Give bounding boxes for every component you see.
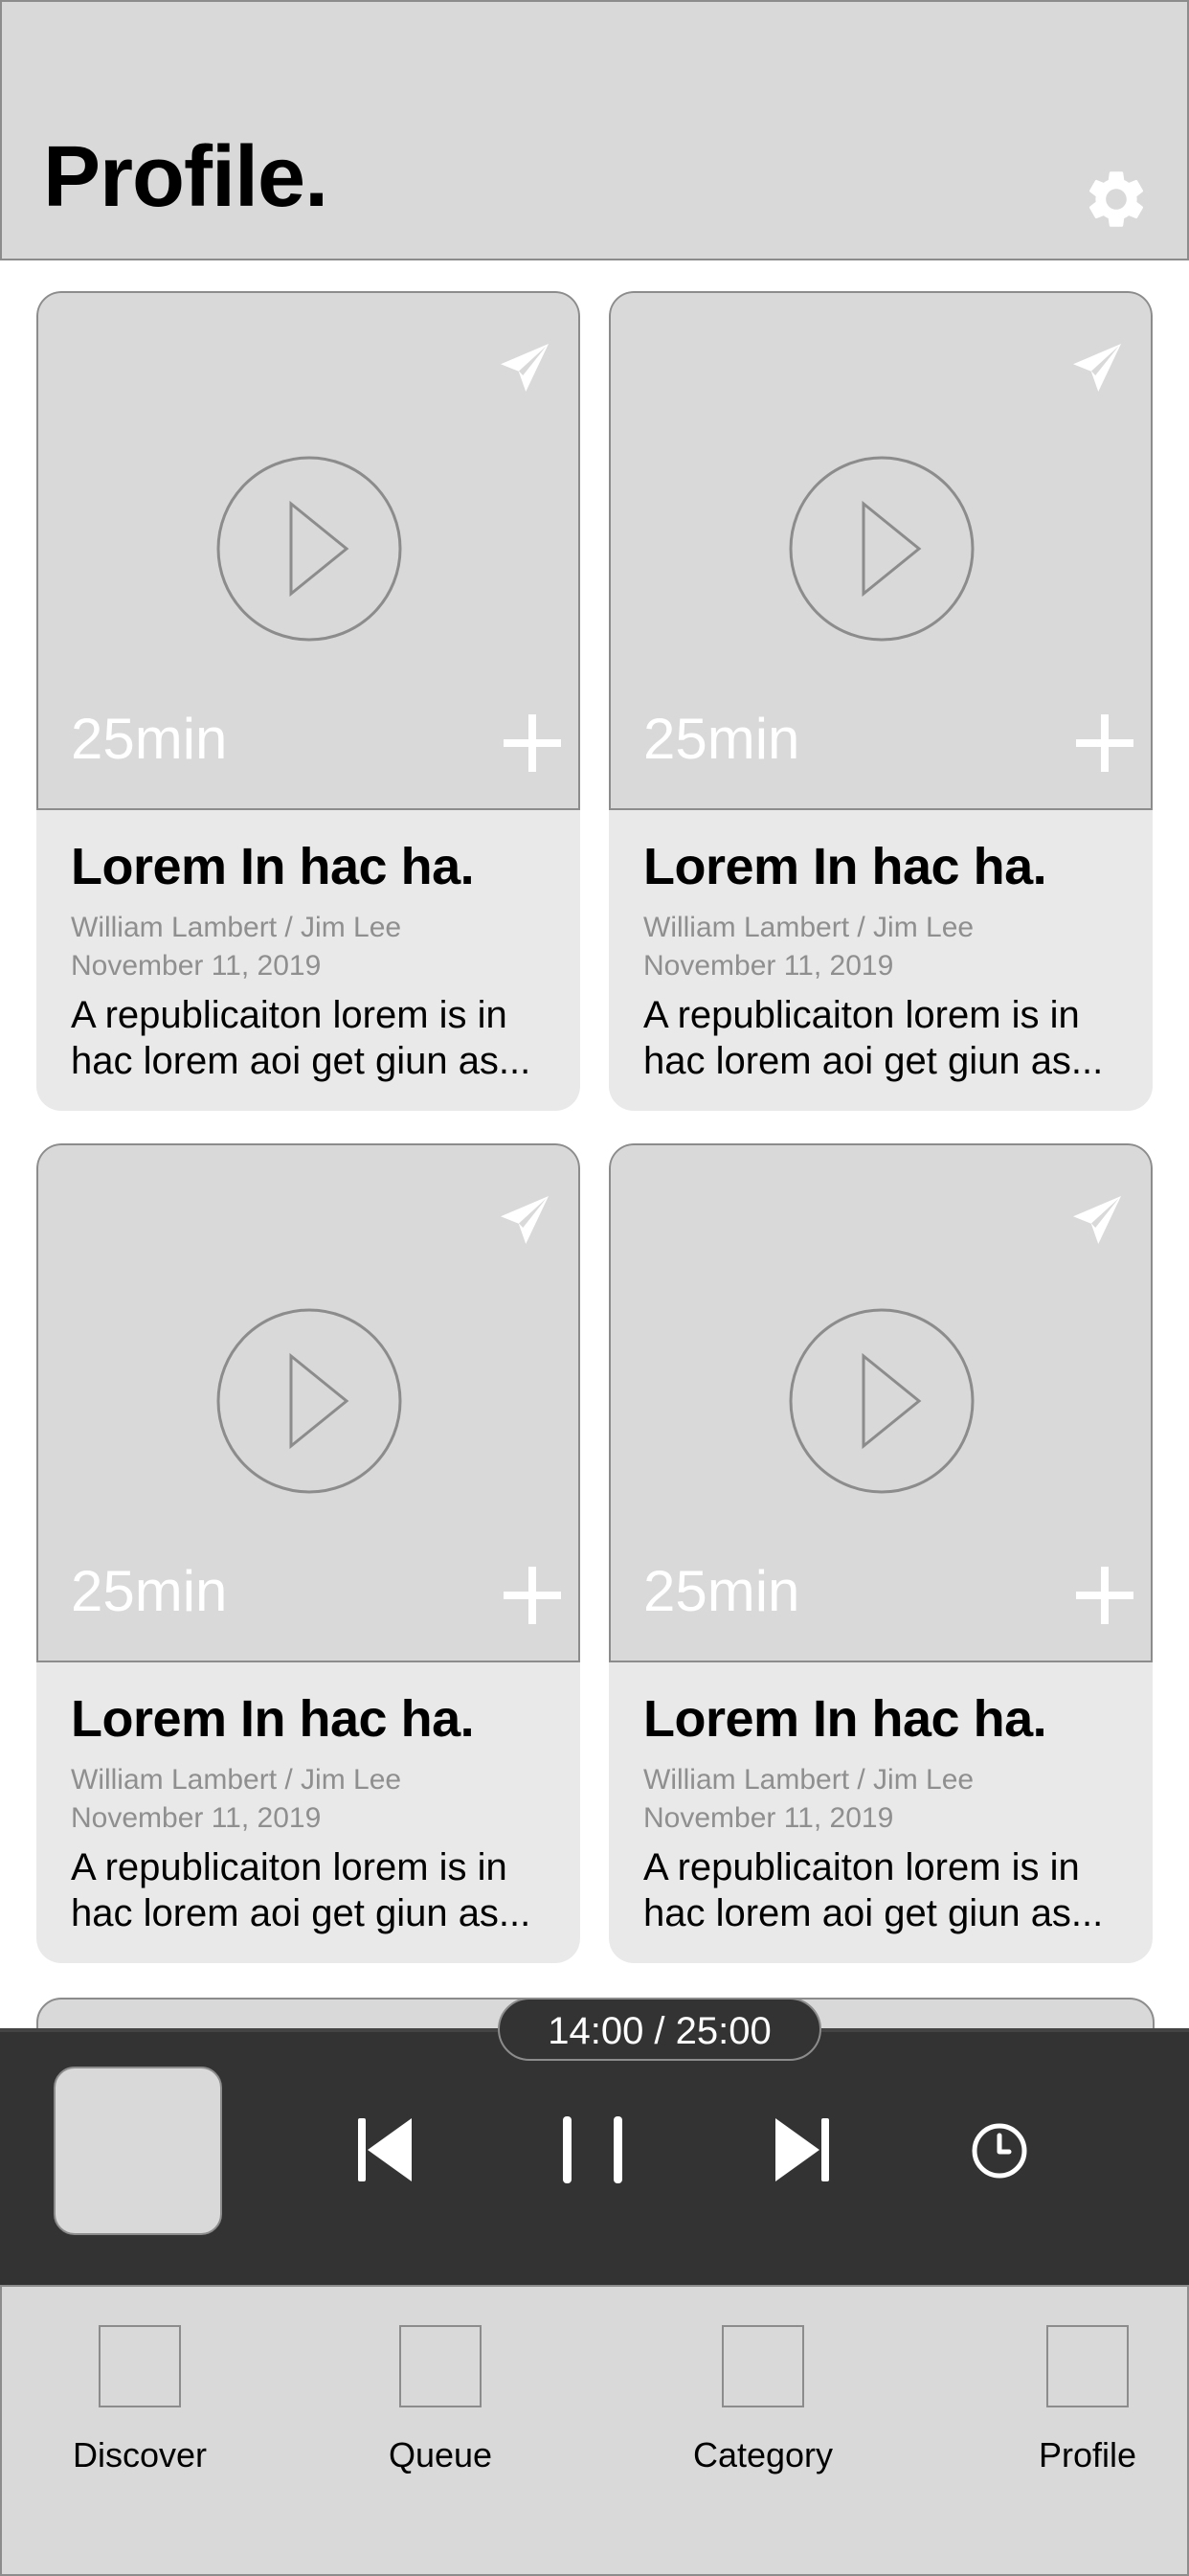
episode-authors: William Lambert / Jim Lee — [71, 912, 402, 943]
add-icon[interactable] — [1074, 712, 1135, 774]
nav-item-queue[interactable]: Queue — [364, 2325, 517, 2473]
nav-label: Discover — [72, 2435, 208, 2474]
play-icon[interactable] — [789, 456, 975, 642]
episode-duration: 25min — [643, 707, 800, 771]
header: Profile. — [0, 0, 1189, 260]
now-playing-artwork[interactable] — [54, 2067, 222, 2235]
queue-icon — [399, 2325, 482, 2407]
episode-thumbnail[interactable]: 25min — [36, 291, 580, 810]
episode-authors: William Lambert / Jim Lee — [643, 912, 975, 943]
page-title: Profile. — [43, 129, 328, 225]
episode-description: A republicaiton lorem is in hac lorem ao… — [643, 1844, 1132, 1936]
episode-card[interactable]: 25min Lorem In hac ha. William Lambert /… — [36, 1143, 580, 1963]
episode-thumbnail[interactable]: 25min — [609, 1143, 1153, 1662]
pause-icon[interactable] — [561, 2114, 624, 2185]
episode-card[interactable]: 25min Lorem In hac ha. William Lambert /… — [36, 291, 580, 1111]
description-line: hac lorem aoi get giun as... — [643, 1040, 1104, 1082]
add-icon[interactable] — [1074, 1565, 1135, 1626]
description-line: A republicaiton lorem is in — [71, 1846, 507, 1888]
category-icon — [722, 2325, 804, 2407]
episode-authors: William Lambert / Jim Lee — [71, 1764, 402, 1796]
episode-date: November 11, 2019 — [643, 1802, 894, 1834]
description-line: hac lorem aoi get giun as... — [71, 1892, 531, 1934]
play-icon[interactable] — [216, 456, 402, 642]
episode-date: November 11, 2019 — [643, 950, 894, 982]
episode-thumbnail[interactable]: 25min — [36, 1143, 580, 1662]
episode-duration: 25min — [71, 707, 228, 771]
profile-icon — [1046, 2325, 1129, 2407]
episode-date: November 11, 2019 — [71, 950, 322, 982]
send-icon[interactable] — [496, 339, 553, 396]
add-icon[interactable] — [502, 712, 563, 774]
description-line: hac lorem aoi get giun as... — [643, 1892, 1104, 1934]
description-line: A republicaiton lorem is in — [643, 1846, 1080, 1888]
play-icon[interactable] — [216, 1308, 402, 1494]
episode-thumbnail[interactable]: 25min — [609, 291, 1153, 810]
add-icon[interactable] — [502, 1565, 563, 1626]
episode-description: A republicaiton lorem is in hac lorem ao… — [71, 992, 559, 1084]
description-line: A republicaiton lorem is in — [643, 994, 1080, 1036]
description-line: A republicaiton lorem is in — [71, 994, 507, 1036]
description-line: hac lorem aoi get giun as... — [71, 1040, 531, 1082]
episode-title: Lorem In hac ha. — [71, 1690, 475, 1748]
send-icon[interactable] — [496, 1191, 553, 1249]
episode-title: Lorem In hac ha. — [643, 1690, 1047, 1748]
nav-item-profile[interactable]: Profile — [1011, 2325, 1164, 2473]
episode-description: A republicaiton lorem is in hac lorem ao… — [71, 1844, 559, 1936]
discover-icon — [99, 2325, 181, 2407]
clock-icon[interactable] — [971, 2122, 1028, 2180]
episode-card[interactable]: 25min Lorem In hac ha. William Lambert /… — [609, 1143, 1153, 1963]
skip-previous-icon[interactable] — [356, 2116, 414, 2183]
episode-authors: William Lambert / Jim Lee — [643, 1764, 975, 1796]
episode-title: Lorem In hac ha. — [71, 838, 475, 895]
nav-label: Category — [692, 2435, 834, 2474]
bottom-navigation: Discover Queue Category Profile — [0, 2285, 1189, 2576]
nav-item-category[interactable]: Category — [684, 2325, 842, 2473]
episode-description: A republicaiton lorem is in hac lorem ao… — [643, 992, 1132, 1084]
play-icon[interactable] — [789, 1308, 975, 1494]
playback-time: 14:00 / 25:00 — [498, 1998, 821, 2061]
skip-next-icon[interactable] — [774, 2116, 831, 2183]
episode-duration: 25min — [643, 1559, 800, 1623]
episode-card[interactable]: 25min Lorem In hac ha. William Lambert /… — [609, 291, 1153, 1111]
episode-title: Lorem In hac ha. — [643, 838, 1047, 895]
episode-date: November 11, 2019 — [71, 1802, 322, 1834]
gear-icon[interactable] — [1082, 165, 1151, 234]
send-icon[interactable] — [1068, 339, 1126, 396]
nav-label: Queue — [388, 2435, 493, 2474]
send-icon[interactable] — [1068, 1191, 1126, 1249]
episode-duration: 25min — [71, 1559, 228, 1623]
nav-item-discover[interactable]: Discover — [63, 2325, 216, 2473]
nav-label: Profile — [1038, 2435, 1137, 2474]
